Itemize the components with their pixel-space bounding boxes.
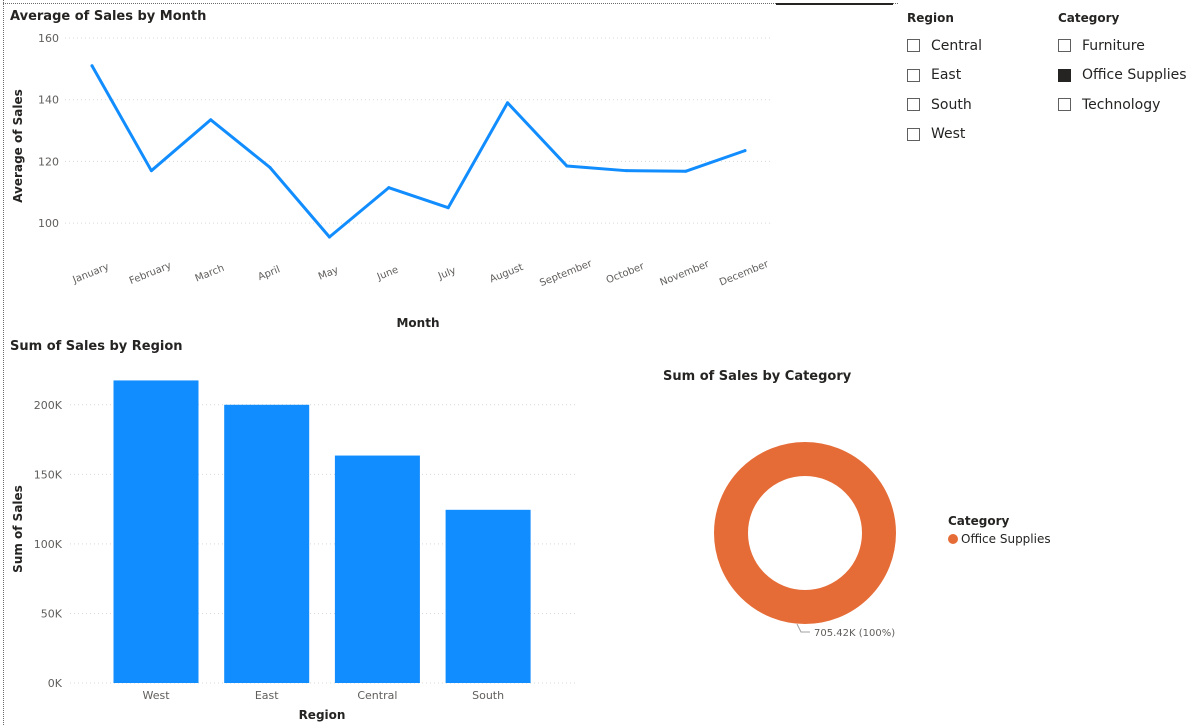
data-point bbox=[387, 186, 391, 190]
x-tick-label: April bbox=[256, 264, 281, 283]
x-tick-label: Central bbox=[357, 689, 397, 702]
slicer-item-label: Central bbox=[931, 37, 982, 54]
x-tick-label: November bbox=[659, 259, 712, 289]
x-axis-title: Region bbox=[299, 708, 346, 722]
bar-chart-visual[interactable]: Sum of Sales by Region 0K 50K 100K 150K 200K… bbox=[0, 335, 590, 725]
slicer-item-label: Technology bbox=[1082, 96, 1161, 113]
y-tick-label: 100K bbox=[34, 538, 63, 551]
donut-legend-title: Category bbox=[948, 514, 1010, 528]
donut-slice bbox=[714, 442, 896, 624]
x-tick-label: January bbox=[70, 261, 110, 286]
slicer-item-label: South bbox=[931, 96, 972, 113]
data-point bbox=[624, 169, 628, 173]
legend-dot-icon bbox=[948, 534, 958, 544]
region-option-east[interactable]: East bbox=[907, 61, 1047, 91]
x-tick-label: June bbox=[375, 265, 400, 284]
data-point bbox=[149, 169, 153, 173]
slicer-item-label: East bbox=[931, 67, 962, 84]
region-option-west[interactable]: West bbox=[907, 120, 1047, 150]
data-label-leader-line bbox=[796, 623, 810, 633]
x-tick-label: West bbox=[142, 689, 170, 702]
category-option-technology[interactable]: Technology bbox=[1058, 90, 1198, 120]
category-slicer: Category Furniture Office Supplies Techn… bbox=[1058, 11, 1198, 120]
x-tick-label: September bbox=[538, 258, 594, 289]
data-point bbox=[209, 118, 213, 122]
x-tick-label: August bbox=[488, 262, 525, 285]
x-tick-label: East bbox=[255, 689, 279, 702]
x-tick-label: South bbox=[472, 689, 504, 702]
y-tick-label: 50K bbox=[41, 607, 63, 620]
y-tick-label: 100 bbox=[38, 217, 59, 230]
checkbox-icon[interactable] bbox=[907, 127, 920, 141]
x-axis-title: Month bbox=[396, 316, 439, 330]
data-point bbox=[90, 64, 94, 68]
x-tick-label: May bbox=[317, 265, 340, 283]
slicer-item-label: Furniture bbox=[1082, 37, 1145, 54]
region-slicer-header: Region bbox=[907, 11, 954, 25]
donut-legend-item-label: Office Supplies bbox=[961, 532, 1051, 546]
x-tick-label: October bbox=[605, 261, 647, 287]
checkbox-icon[interactable] bbox=[907, 39, 920, 53]
y-tick-label: 120 bbox=[38, 155, 59, 168]
checkbox-icon[interactable] bbox=[1058, 98, 1071, 112]
line-series bbox=[90, 64, 747, 239]
y-tick-label: 200K bbox=[34, 399, 63, 412]
donut-data-label: 705.42K (100%) bbox=[814, 628, 895, 639]
region-slicer: Region Central East South West bbox=[907, 11, 1047, 149]
donut-legend: Category Office Supplies bbox=[948, 514, 1051, 546]
x-tick-label: December bbox=[718, 259, 771, 289]
checkbox-icon[interactable] bbox=[907, 98, 920, 112]
region-option-central[interactable]: Central bbox=[907, 31, 1047, 61]
data-point bbox=[684, 169, 688, 173]
checkbox-icon[interactable] bbox=[907, 68, 920, 82]
y-tick-label: 160 bbox=[38, 32, 59, 45]
data-point bbox=[446, 206, 450, 210]
category-slicer-header: Category bbox=[1058, 11, 1120, 25]
y-tick-label: 0K bbox=[48, 677, 63, 690]
bar bbox=[113, 380, 199, 683]
checkbox-icon[interactable] bbox=[1058, 39, 1071, 53]
data-point bbox=[268, 166, 272, 170]
region-option-south[interactable]: South bbox=[907, 90, 1047, 120]
y-axis-title: Sum of Sales bbox=[11, 485, 25, 573]
visual-focus-accent bbox=[776, 3, 893, 5]
bar bbox=[224, 404, 310, 683]
data-point bbox=[743, 149, 747, 153]
data-point bbox=[506, 101, 510, 105]
category-option-furniture[interactable]: Furniture bbox=[1058, 31, 1198, 61]
slicer-item-label: Office Supplies bbox=[1082, 67, 1187, 84]
donut-legend-item[interactable]: Office Supplies bbox=[948, 532, 1051, 546]
x-tick-label: July bbox=[436, 265, 458, 282]
bar bbox=[445, 509, 531, 683]
line-chart-visual[interactable]: Average of Sales by Month 100 120 140 160 Ja… bbox=[0, 0, 780, 335]
data-point bbox=[327, 235, 331, 239]
bar bbox=[334, 455, 420, 683]
slicer-item-label: West bbox=[931, 126, 966, 143]
y-tick-label: 150K bbox=[34, 468, 63, 481]
checkbox-icon[interactable] bbox=[1058, 68, 1071, 82]
data-point bbox=[565, 164, 569, 168]
category-option-office-supplies[interactable]: Office Supplies bbox=[1058, 61, 1198, 91]
bar-chart: 0K 50K 100K 150K 200K West East Central South Reg… bbox=[11, 380, 578, 722]
x-tick-label: March bbox=[194, 263, 226, 285]
y-tick-label: 140 bbox=[38, 94, 59, 107]
line-chart: 100 120 140 160 January February March April May… bbox=[11, 32, 772, 330]
x-tick-label: February bbox=[128, 260, 173, 287]
y-axis-title: Average of Sales bbox=[11, 89, 25, 203]
